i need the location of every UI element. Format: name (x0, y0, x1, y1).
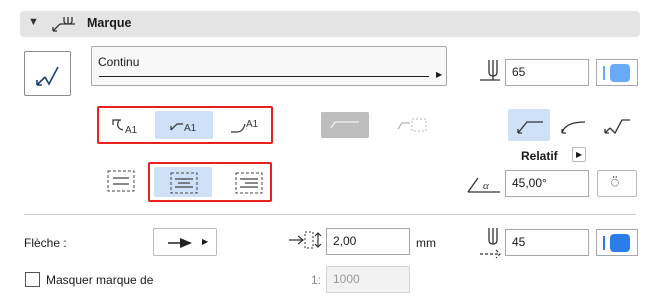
lock-icon: ⍥ (611, 175, 619, 190)
line-preview (99, 76, 429, 77)
label-style-button[interactable] (24, 51, 71, 96)
section-header[interactable]: ▼ Marque (20, 11, 640, 37)
leader-middle-button[interactable]: A1 (155, 111, 213, 139)
offset-toggle[interactable] (596, 229, 638, 256)
divider (24, 214, 636, 215)
masquer-checkbox[interactable] (25, 272, 40, 287)
marker-offset-field[interactable]: 45 (505, 229, 589, 256)
scale-prefix: 1: (311, 273, 322, 287)
align-right-button[interactable] (226, 167, 270, 197)
triangle-right-icon: ▶ (202, 237, 209, 246)
triangle-right-icon: ▶ (436, 70, 443, 79)
angle-icon: α (466, 172, 502, 194)
align-dashed-icon[interactable] (106, 169, 136, 193)
angle-field[interactable]: 45,00° (505, 170, 589, 197)
spacing-icon (287, 230, 323, 250)
size-toggle[interactable] (596, 59, 638, 86)
marker-offset-icon (478, 226, 506, 260)
arrow-style-curved-button[interactable] (553, 109, 593, 141)
svg-text:A1: A1 (125, 125, 138, 136)
line-type-value: Continu (98, 55, 140, 69)
leader-right-button[interactable]: A1 (219, 111, 269, 139)
triangle-right-icon: ▶ (576, 150, 583, 159)
spacing-field[interactable]: 2,00 (326, 228, 410, 255)
marker-size-icon (478, 56, 506, 82)
alignment-group (148, 162, 272, 202)
lock-button[interactable]: ⍥ (597, 170, 637, 197)
triangle-down-icon[interactable]: ▼ (28, 16, 39, 28)
arrow-style-check-button[interactable] (596, 109, 636, 141)
relatif-label: Relatif (521, 149, 558, 163)
leader-disabled-button-2[interactable] (392, 112, 434, 138)
arrow-style-straight-button[interactable] (508, 109, 550, 141)
section-title: Marque (87, 16, 132, 30)
arrowhead-select[interactable]: ▶ (153, 228, 217, 256)
svg-text:A1: A1 (246, 119, 259, 130)
fleche-label: Flèche : (24, 236, 67, 250)
masquer-label: Masquer marque de (46, 273, 154, 287)
marker-size-field[interactable]: 65 (505, 59, 589, 86)
relatif-menu-button[interactable]: ▶ (572, 147, 586, 162)
align-center-button[interactable] (154, 167, 212, 197)
label-marker-icon (51, 13, 79, 35)
scale-field[interactable]: 1000 (326, 266, 410, 293)
leader-disabled-button-1[interactable] (321, 112, 369, 138)
svg-text:A1: A1 (184, 123, 197, 134)
line-type-select[interactable]: Continu ▶ (91, 46, 447, 86)
leader-style-group: A1 A1 A1 (97, 106, 273, 144)
leader-left-button[interactable]: A1 (101, 111, 151, 139)
spacing-unit: mm (416, 236, 436, 250)
svg-text:α: α (483, 180, 489, 192)
